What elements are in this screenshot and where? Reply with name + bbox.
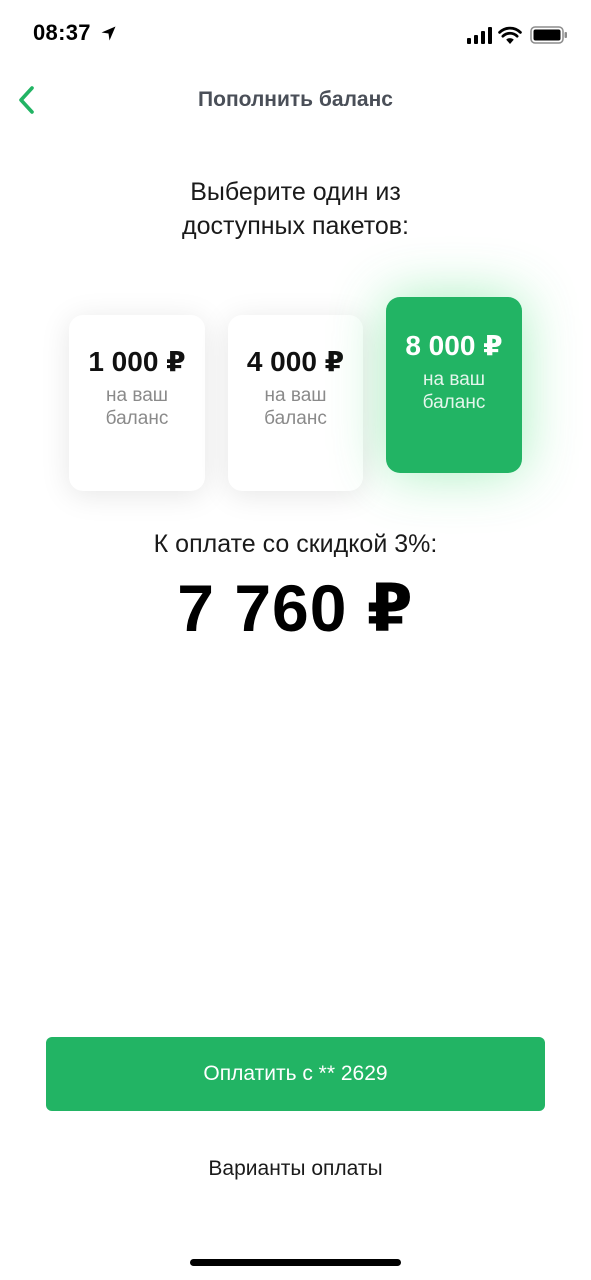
prompt-line-1: Выберите один из: [190, 178, 401, 206]
package-card-4000[interactable]: 4 000 ₽ на ваш баланс: [228, 315, 363, 491]
package-card-8000-selected[interactable]: 8 000 ₽ на ваш баланс: [386, 297, 522, 473]
package-amount: 8 000 ₽: [405, 330, 503, 361]
package-amount: 1 000 ₽: [88, 346, 186, 377]
status-bar: 08:37: [0, 0, 591, 70]
navigation-bar: Пополнить баланс: [0, 70, 591, 130]
package-amount: 4 000 ₽: [246, 346, 345, 377]
package-caption: на ваш баланс: [422, 369, 486, 413]
payment-amount: 7 760 ₽: [177, 571, 414, 645]
payment-label: К оплате со скидкой 3%:: [153, 530, 438, 558]
home-indicator: [190, 1259, 401, 1266]
package-caption: на ваш баланс: [105, 385, 169, 429]
package-prompt: Выберите один из доступных пакетов:: [0, 175, 591, 243]
status-time: 08:37: [33, 20, 91, 45]
battery-icon: [530, 26, 567, 44]
wifi-icon: [498, 26, 522, 44]
prompt-line-2: доступных пакетов:: [181, 212, 409, 240]
location-arrow-icon: [101, 26, 116, 41]
package-list: 1 000 ₽ на ваш баланс 4 000 ₽ на ваш бал…: [0, 290, 591, 510]
page-title: Пополнить баланс: [198, 88, 393, 111]
cellular-signal-icon: [467, 27, 492, 44]
package-card-1000[interactable]: 1 000 ₽ на ваш баланс: [69, 315, 205, 491]
pay-button[interactable]: Оплатить с ** 2629: [46, 1037, 545, 1111]
payment-options-link[interactable]: Варианты оплаты: [0, 1157, 591, 1181]
package-caption: на ваш баланс: [264, 385, 327, 429]
